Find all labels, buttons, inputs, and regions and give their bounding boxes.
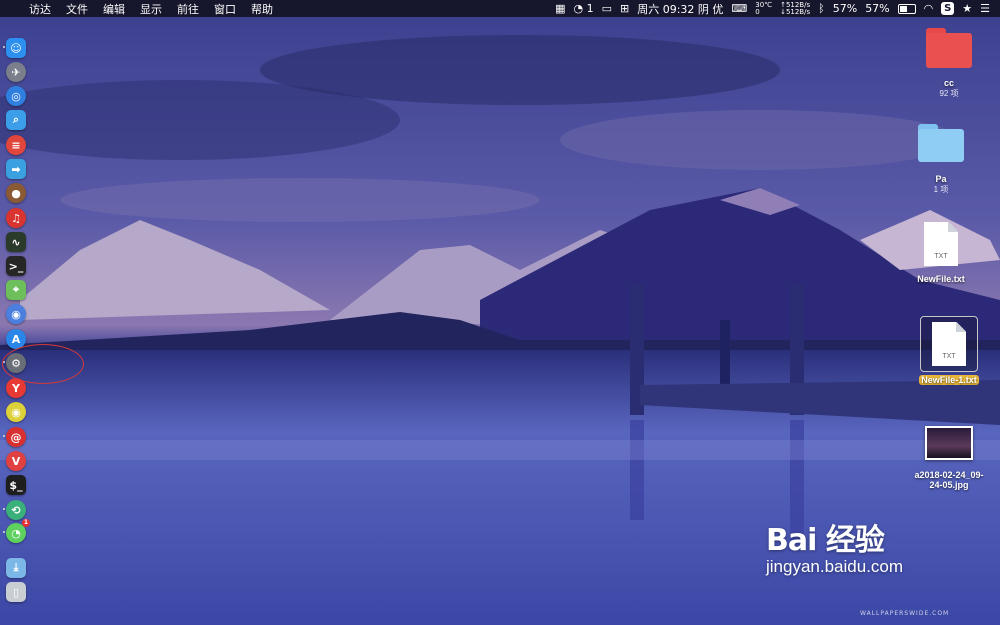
display-icon[interactable]: ▭ (602, 2, 612, 15)
menu-finder[interactable]: 访达 (29, 1, 51, 17)
bluetooth-icon[interactable]: ᛒ (818, 2, 825, 15)
running-indicator (3, 508, 5, 510)
star-icon[interactable]: ★ (962, 2, 972, 15)
wechat-icon: ◔ (573, 2, 584, 15)
desktop-item-label: Pa (935, 174, 947, 184)
dock-terminal-icon[interactable]: >_ (6, 256, 26, 276)
dock-migration-icon[interactable]: ➡ (6, 159, 26, 179)
desktop-item-count: 92 项 (939, 89, 959, 98)
running-indicator (3, 531, 5, 533)
desktop-item-pa[interactable]: Pa 1 项 (896, 124, 986, 195)
desktop-item-label: a2018-02-24_09-24-05.jpg (914, 470, 984, 490)
desktop-item-label: NewFile.txt (917, 274, 965, 284)
dock-siri-icon[interactable]: ◉ (6, 304, 26, 324)
weather: 阴 (697, 2, 709, 16)
running-indicator (3, 46, 5, 48)
watermark-url: jingyan.baidu.com (766, 557, 904, 576)
image-thumbnail (925, 426, 973, 460)
dock-chrome-icon[interactable]: ◉ (6, 402, 26, 422)
dock-safari-icon[interactable]: ◎ (6, 86, 26, 106)
dock-launchpad-icon[interactable]: ✈ (6, 62, 26, 82)
temperature-widget[interactable]: 30℃ 0 (755, 1, 772, 16)
list-menu-icon[interactable]: ☰ (980, 2, 990, 15)
folder-blue-icon (918, 124, 964, 162)
menu-view[interactable]: 显示 (140, 1, 162, 17)
baidu-jingyan-watermark: Bai 经验 jingyan.baidu.com (766, 515, 956, 577)
desktop[interactable]: 访达 文件 编辑 显示 前往 窗口 帮助 ▦ ◔ 1 ▭ ⊞ 周六 09:32 … (0, 0, 1000, 625)
notification-badge: 1 (22, 519, 30, 527)
dock-vivaldi-icon[interactable]: V (6, 451, 26, 471)
wechat-count: 1 (586, 2, 594, 15)
wechat-status[interactable]: ◔ 1 (573, 2, 593, 15)
dock-basketball-icon[interactable]: ● (6, 183, 26, 203)
desktop-item-newfile[interactable]: TXT NewFile.txt (896, 222, 986, 284)
keyboard-icon[interactable]: ⌨ (731, 2, 747, 15)
dock-maps-icon[interactable]: ⌖ (6, 280, 26, 300)
menu-go[interactable]: 前往 (177, 1, 199, 17)
battery-percent-1[interactable]: 57% (833, 2, 857, 15)
menu-edit[interactable]: 编辑 (103, 1, 125, 17)
dock-netease-music-icon[interactable]: ♫ (6, 208, 26, 228)
clock: 周六 09:32 (637, 2, 695, 16)
battery-icon[interactable] (897, 3, 916, 14)
desktop-item-label: NewFile-1.txt (919, 375, 979, 385)
annotation-circle (2, 344, 84, 384)
menu-bar: 访达 文件 编辑 显示 前往 窗口 帮助 ▦ ◔ 1 ▭ ⊞ 周六 09:32 … (0, 0, 1000, 17)
desktop-item-label: cc (943, 78, 954, 88)
file-extension: TXT (934, 253, 948, 260)
desktop-item-newfile-1[interactable]: TXT NewFile-1.txt (904, 316, 994, 385)
wallpaper-credit: WALLPAPERSWIDE.COM (860, 610, 950, 617)
dock-downloads-folder-icon[interactable]: ⤓ (6, 558, 26, 578)
app-grid-icon[interactable]: ▦ (555, 2, 565, 15)
temperature-sub: 0 (755, 7, 760, 16)
text-file-icon: TXT (924, 222, 958, 266)
battery-percent-2[interactable]: 57% (865, 2, 889, 15)
selection-box: TXT (920, 316, 978, 372)
desktop-item-screenshot[interactable]: a2018-02-24_09-24-05.jpg (904, 426, 994, 490)
mission-control-icon[interactable]: ⊞ (620, 2, 629, 15)
dock-weibo-icon[interactable]: @ (3, 427, 26, 447)
file-extension: TXT (942, 353, 956, 360)
wifi-icon[interactable]: ◠ (924, 2, 934, 15)
running-indicator (3, 435, 5, 437)
menu-file[interactable]: 文件 (66, 1, 88, 17)
text-file-icon: TXT (932, 322, 966, 366)
desktop-item-cc[interactable]: cc 92 项 (904, 28, 994, 99)
dock-trash-icon[interactable]: ▯ (6, 582, 26, 602)
clock-weather[interactable]: 周六 09:32 阴 优 (637, 1, 723, 17)
folder-red-icon (926, 28, 972, 68)
dock-calculator-icon[interactable]: ≡ (6, 135, 26, 155)
watermark-brand: Bai 经验 (766, 523, 885, 558)
dock-app-green-icon[interactable]: ⟲ (3, 500, 26, 520)
menu-help[interactable]: 帮助 (251, 1, 273, 17)
air-quality: 优 (712, 2, 724, 16)
dock-terminal-2-icon[interactable]: $_ (6, 475, 26, 495)
dock-finder-icon[interactable]: ☺ (3, 38, 26, 58)
s-app-icon[interactable]: S (941, 2, 955, 15)
dock-wechat-icon[interactable]: ◔ 1 (3, 519, 30, 543)
dock-preview-icon[interactable]: ⌕ (6, 110, 26, 130)
dock-activity-monitor-icon[interactable]: ∿ (6, 232, 26, 252)
network-speed[interactable]: ↑512B/s ↓512B/s (780, 1, 811, 16)
desktop-item-count: 1 项 (933, 185, 949, 194)
menu-window[interactable]: 窗口 (214, 1, 236, 17)
net-down: ↓512B/s (780, 7, 811, 16)
